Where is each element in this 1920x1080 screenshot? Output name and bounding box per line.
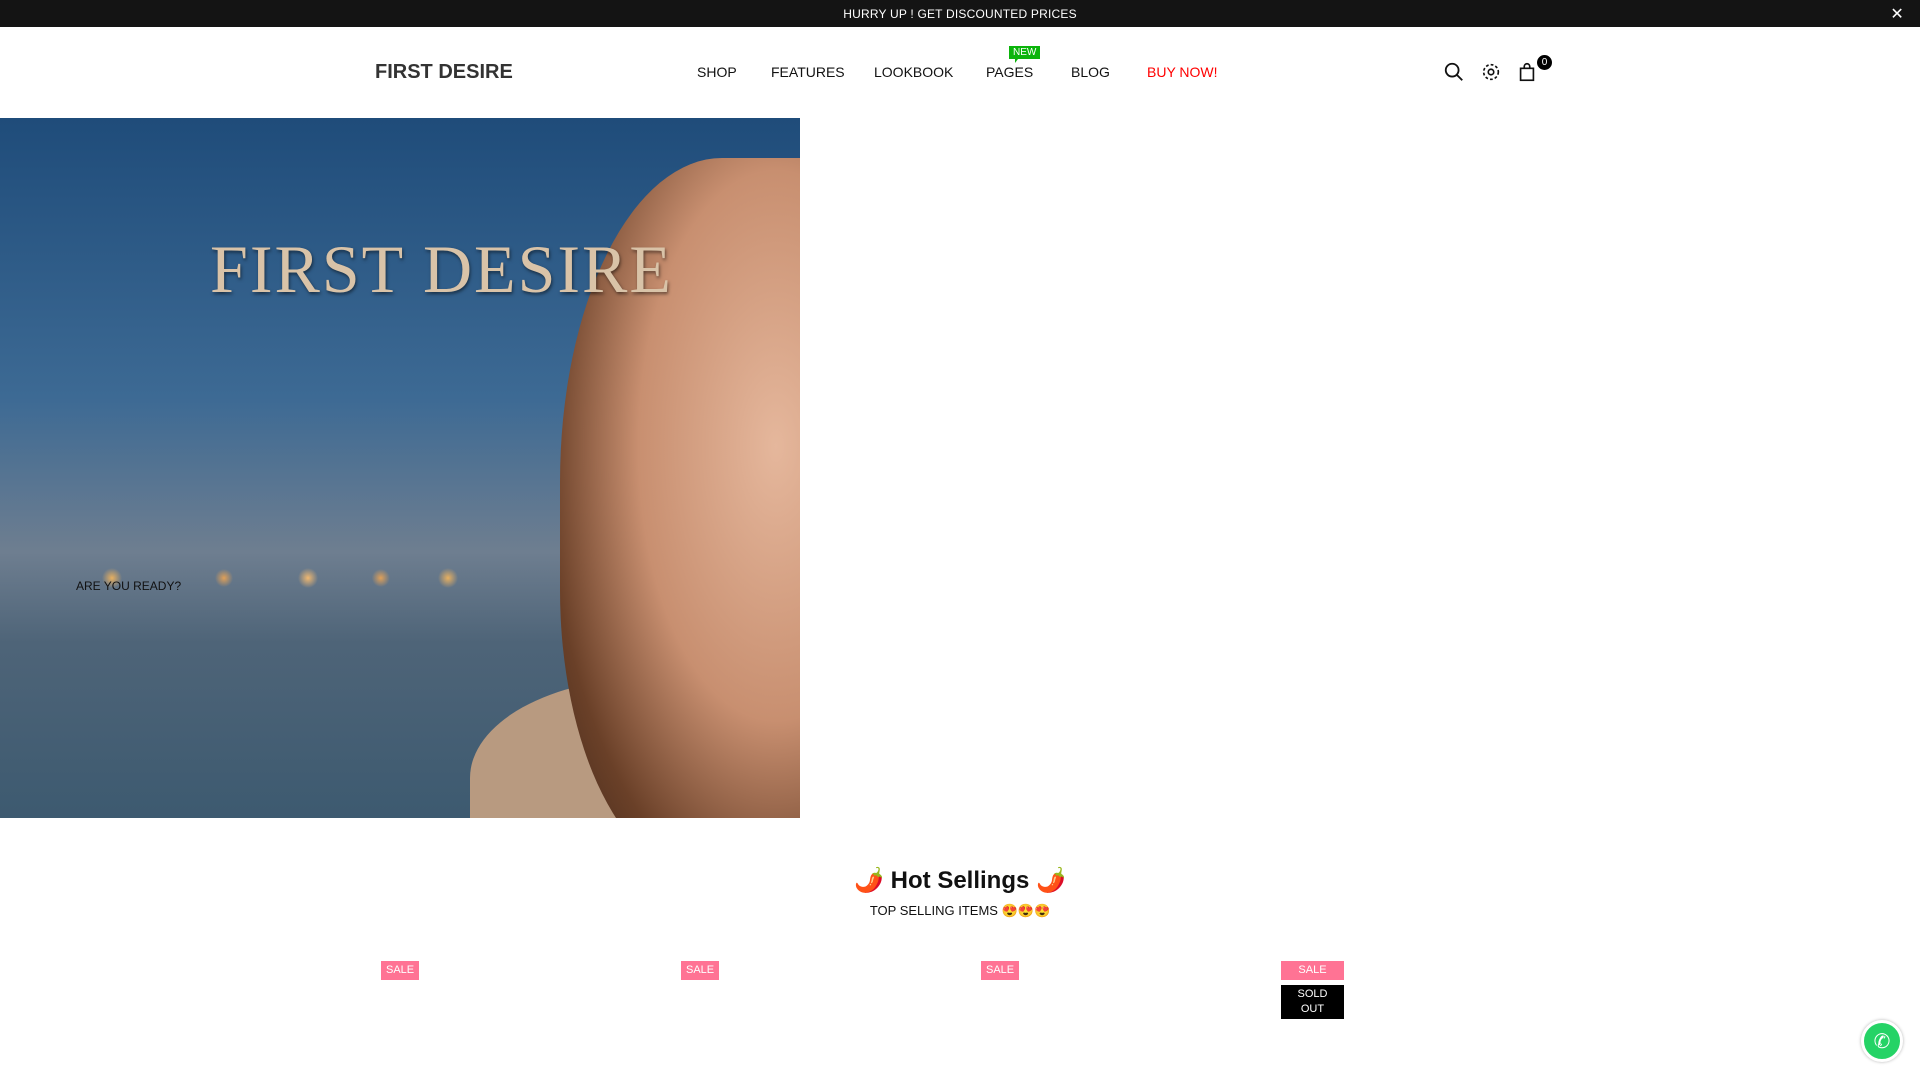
sale-badge: SALE: [381, 961, 420, 980]
sale-badge: SALE: [981, 961, 1020, 980]
sale-badge: SALE: [1281, 961, 1344, 980]
sold-out-badge: SOLD OUT: [1281, 985, 1344, 1019]
gear-icon[interactable]: [1480, 61, 1502, 83]
nav-pages[interactable]: PAGES: [986, 64, 1033, 80]
sale-badge: SALE: [681, 961, 720, 980]
hero-banner[interactable]: FIRST DESIRE ARE YOU READY?: [0, 118, 800, 818]
nav-lookbook[interactable]: LOOKBOOK: [874, 64, 953, 80]
section-subtitle: TOP SELLING ITEMS 😍😍😍: [869, 903, 1051, 918]
whatsapp-icon: ✆: [1873, 1030, 1891, 1053]
nav-buy-now[interactable]: BUY NOW!: [1147, 64, 1218, 80]
section-title: 🌶️ Hot Sellings 🌶️: [854, 867, 1066, 894]
whatsapp-chat-button[interactable]: ✆: [1861, 1020, 1903, 1062]
announcement-bar: HURRY UP ! GET DISCOUNTED PRICES ✕: [0, 0, 1920, 27]
search-icon[interactable]: [1443, 61, 1465, 83]
hero-logo: FIRST DESIRE: [210, 231, 673, 307]
new-badge: NEW: [1009, 46, 1041, 63]
site-logo[interactable]: FIRST DESIRE: [375, 61, 513, 84]
shopping-bag-icon[interactable]: [1516, 61, 1538, 83]
cart-count-badge: 0: [1537, 55, 1552, 70]
hero-tagline: ARE YOU READY?: [76, 579, 182, 593]
close-icon[interactable]: ✕: [1890, 4, 1904, 24]
nav-shop[interactable]: SHOP: [697, 64, 737, 80]
nav-features[interactable]: FEATURES: [771, 64, 845, 80]
nav-blog[interactable]: BLOG: [1071, 64, 1110, 80]
announcement-text: HURRY UP ! GET DISCOUNTED PRICES: [843, 6, 1077, 21]
